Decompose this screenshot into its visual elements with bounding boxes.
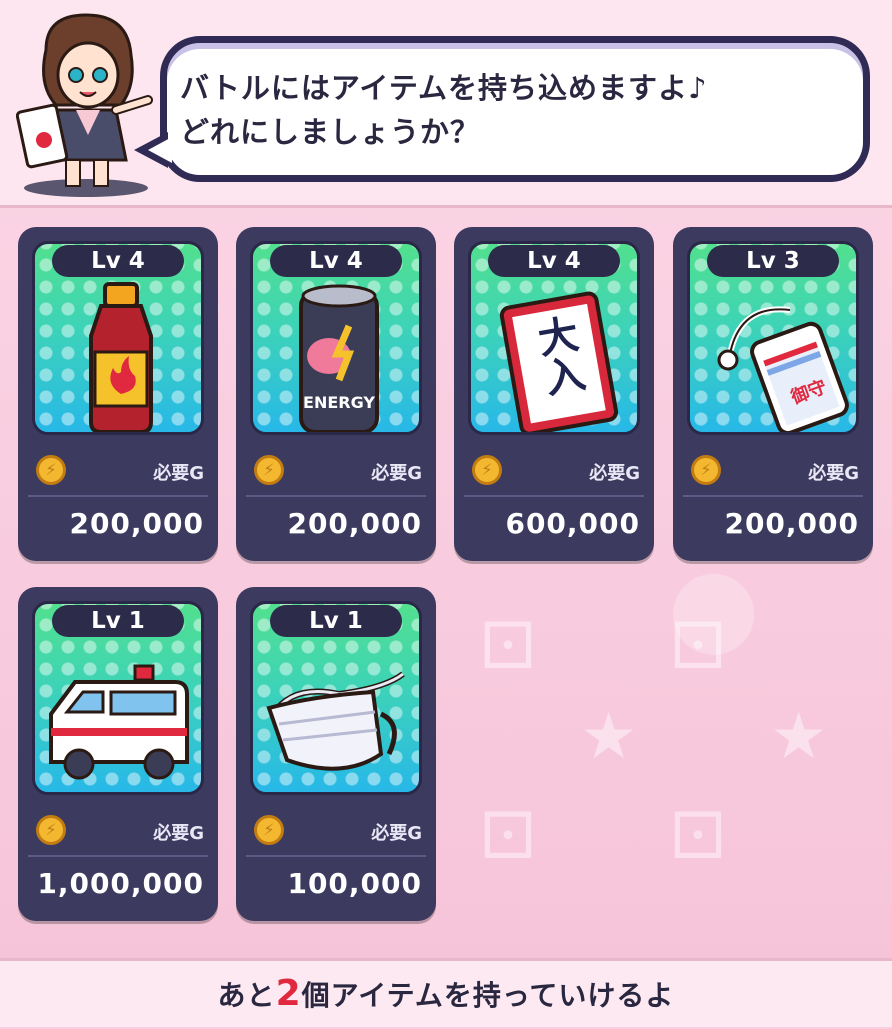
- required-gold-label: 必要G: [153, 463, 204, 484]
- coin-icon: ⚡: [36, 455, 66, 485]
- divider: [28, 855, 208, 857]
- coin-icon: ⚡: [36, 815, 66, 845]
- level-badge: Lv 3: [707, 245, 839, 277]
- item-card-ambulance[interactable]: Lv 1 ⚡ 必要G 1,000,000: [18, 587, 218, 921]
- item-price: 200,000: [287, 507, 422, 540]
- item-price: 200,000: [69, 507, 204, 540]
- dialog-text: バトルにはアイテムを持ち込めますよ♪ どれにしましょうか？: [180, 66, 850, 154]
- divider: [683, 495, 863, 497]
- footer-suffix: 個アイテムを持っていけるよ: [301, 979, 675, 1012]
- footer-message: あと2個アイテムを持っていけるよ: [217, 973, 675, 1014]
- item-card-daiiri[interactable]: Lv 4 大入 ⚡ 必要G 600,000: [454, 227, 654, 561]
- coin-icon: ⚡: [254, 815, 284, 845]
- required-gold-label: 必要G: [371, 823, 422, 844]
- required-gold-label: 必要G: [589, 463, 640, 484]
- remaining-count: 2: [275, 973, 302, 1014]
- required-gold-label: 必要G: [808, 463, 859, 484]
- divider: [28, 495, 208, 497]
- divider: [464, 495, 644, 497]
- dialog-line-2: どれにしましょうか？: [180, 115, 481, 149]
- remaining-items-footer: あと2個アイテムを持っていけるよ: [0, 958, 892, 1027]
- item-price: 1,000,000: [37, 867, 204, 900]
- required-gold-label: 必要G: [153, 823, 204, 844]
- star-decoration-icon: ★: [770, 700, 828, 774]
- footer-prefix: あと: [217, 979, 276, 1012]
- coin-icon: ⚡: [691, 455, 721, 485]
- level-badge: Lv 4: [270, 245, 402, 277]
- dice-decoration-icon: ⚀: [480, 800, 536, 874]
- level-badge: Lv 4: [488, 245, 620, 277]
- guide-character-avatar: [16, 13, 153, 197]
- dialog-header: バトルにはアイテムを持ち込めますよ♪ どれにしましょうか？: [0, 0, 892, 208]
- dialog-line-1: バトルにはアイテムを持ち込めますよ♪: [180, 71, 708, 105]
- divider: [246, 495, 426, 497]
- item-card-energy-can[interactable]: Lv 4 ENERGY ⚡ 必要G 200,000: [236, 227, 436, 561]
- item-card-omamori[interactable]: Lv 3 御守 ⚡ 必要G 200,000: [673, 227, 873, 561]
- divider: [246, 855, 426, 857]
- can-label: ENERGY: [303, 393, 375, 412]
- level-badge: Lv 1: [270, 605, 402, 637]
- required-gold-label: 必要G: [371, 463, 422, 484]
- dice-decoration-icon: ⚀: [670, 610, 726, 684]
- item-card-energy-drink[interactable]: Lv 4 ⚡ 必要G 200,000: [18, 227, 218, 561]
- level-badge: Lv 4: [52, 245, 184, 277]
- star-decoration-icon: ★: [580, 700, 638, 774]
- dice-decoration-icon: ⚀: [670, 800, 726, 874]
- coin-icon: ⚡: [472, 455, 502, 485]
- item-price: 200,000: [724, 507, 859, 540]
- level-badge: Lv 1: [52, 605, 184, 637]
- item-price: 100,000: [287, 867, 422, 900]
- coin-icon: ⚡: [254, 455, 284, 485]
- item-card-face-mask[interactable]: Lv 1 ⚡ 必要G 100,000: [236, 587, 436, 921]
- dice-decoration-icon: ⚀: [480, 610, 536, 684]
- item-price: 600,000: [505, 507, 640, 540]
